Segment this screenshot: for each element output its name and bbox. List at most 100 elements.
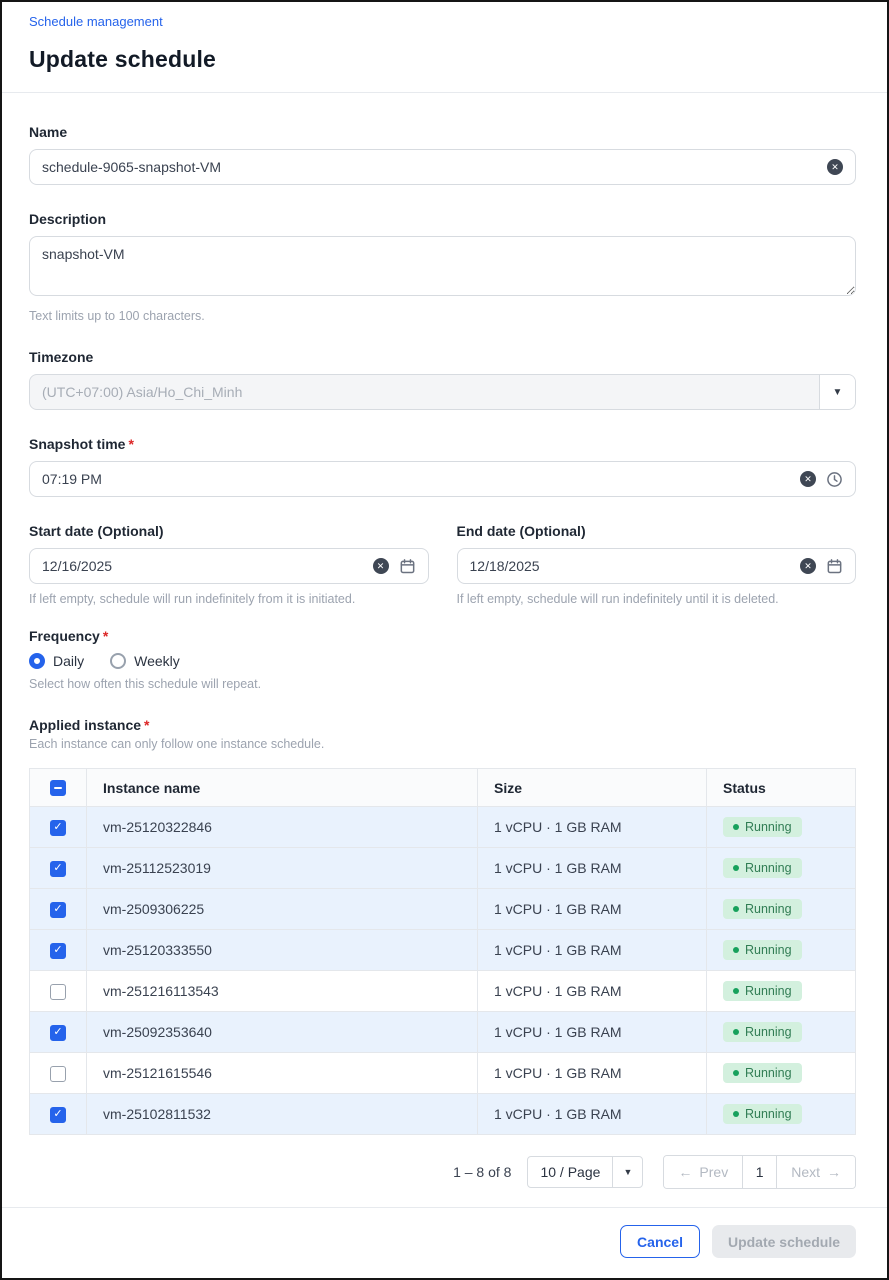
required-asterisk: * — [144, 717, 149, 733]
column-header-status: Status — [707, 769, 856, 807]
status-badge: Running — [723, 1104, 802, 1124]
frequency-radio-weekly[interactable]: Weekly — [110, 653, 180, 669]
end-date-input[interactable] — [470, 558, 791, 574]
calendar-icon[interactable] — [399, 558, 416, 575]
name-input-wrap: ✕ — [29, 149, 856, 185]
name-label: Name — [29, 124, 856, 140]
row-checkbox[interactable]: ✓ — [50, 943, 66, 959]
snapshot-time-field: Snapshot time* ✕ — [29, 436, 856, 497]
name-field: Name ✕ — [29, 124, 856, 185]
status-dot-icon — [733, 824, 739, 830]
status-badge: Running — [723, 899, 802, 919]
timezone-select[interactable]: (UTC+07:00) Asia/Ho_Chi_Minh ▼ — [29, 374, 856, 410]
end-date-input-wrap: ✕ — [457, 548, 857, 584]
frequency-radio-daily[interactable]: Daily — [29, 653, 84, 669]
start-date-input[interactable] — [42, 558, 363, 574]
clear-icon[interactable]: ✕ — [800, 471, 816, 487]
instance-size-cell: 1 vCPU · 1 GB RAM — [478, 971, 707, 1012]
row-checkbox[interactable] — [50, 984, 66, 1000]
timezone-value: (UTC+07:00) Asia/Ho_Chi_Minh — [30, 375, 819, 409]
start-date-helper: If left empty, schedule will run indefin… — [29, 592, 429, 606]
radio-icon — [110, 653, 126, 669]
start-date-field: Start date (Optional) ✕ If left empty, s… — [29, 523, 429, 606]
row-checkbox[interactable]: ✓ — [50, 1107, 66, 1123]
table-row: ✓vm-251203228461 vCPU · 1 GB RAMRunning — [30, 807, 856, 848]
select-all-checkbox[interactable] — [50, 780, 66, 796]
description-input[interactable]: snapshot-VM — [29, 236, 856, 296]
applied-instance-label: Applied instance* — [29, 717, 856, 733]
description-label: Description — [29, 211, 856, 227]
table-header-row: Instance name Size Status — [30, 769, 856, 807]
frequency-options: Daily Weekly — [29, 653, 856, 669]
pagination-range: 1 – 8 of 8 — [453, 1164, 511, 1180]
instance-size-cell: 1 vCPU · 1 GB RAM — [478, 1053, 707, 1094]
row-checkbox[interactable]: ✓ — [50, 902, 66, 918]
instance-name-cell: vm-25092353640 — [87, 1012, 478, 1053]
snapshot-time-label: Snapshot time* — [29, 436, 856, 452]
clear-icon[interactable]: ✕ — [800, 558, 816, 574]
timezone-field: Timezone (UTC+07:00) Asia/Ho_Chi_Minh ▼ — [29, 349, 856, 410]
status-badge: Running — [723, 858, 802, 878]
end-date-label: End date (Optional) — [457, 523, 857, 539]
prev-page-button[interactable]: ←Prev — [664, 1156, 742, 1188]
clear-icon[interactable]: ✕ — [373, 558, 389, 574]
snapshot-time-input[interactable] — [42, 471, 790, 487]
instance-size-cell: 1 vCPU · 1 GB RAM — [478, 930, 707, 971]
clock-icon[interactable] — [826, 471, 843, 488]
name-input[interactable] — [42, 159, 817, 175]
row-checkbox[interactable]: ✓ — [50, 861, 66, 877]
instance-status-cell: Running — [707, 1094, 856, 1135]
instance-name-cell: vm-25120322846 — [87, 807, 478, 848]
breadcrumb-link[interactable]: Schedule management — [29, 14, 163, 29]
pagination: 1 – 8 of 8 10 / Page ▼ ←Prev 1 Next→ — [29, 1155, 856, 1189]
required-asterisk: * — [128, 436, 133, 452]
table-row: ✓ vm-250923536401 vCPU · 1 GB RAM Running — [30, 1012, 856, 1053]
next-page-button[interactable]: Next→ — [776, 1156, 855, 1188]
table-row: vm-2512161135431 vCPU · 1 GB RAMRunning — [30, 971, 856, 1012]
row-checkbox[interactable]: ✓ — [50, 1025, 66, 1041]
instance-size-cell: 1 vCPU · 1 GB RAM — [478, 807, 707, 848]
current-page-button[interactable]: 1 — [742, 1156, 776, 1188]
calendar-icon[interactable] — [826, 558, 843, 575]
chevron-down-icon[interactable]: ▼ — [612, 1157, 642, 1187]
table-row: ✓vm-25093062251 vCPU · 1 GB RAMRunning — [30, 889, 856, 930]
column-header-instance-name: Instance name — [87, 769, 478, 807]
page-size-select[interactable]: 10 / Page ▼ — [527, 1156, 643, 1188]
end-date-helper: If left empty, schedule will run indefin… — [457, 592, 857, 606]
table-row: vm-251216155461 vCPU · 1 GB RAMRunning — [30, 1053, 856, 1094]
column-header-size: Size — [478, 769, 707, 807]
page-size-value: 10 / Page — [528, 1157, 612, 1187]
instance-name-cell: vm-25112523019 — [87, 848, 478, 889]
row-checkbox[interactable]: ✓ — [50, 820, 66, 836]
description-field: Description snapshot-VM Text limits up t… — [29, 211, 856, 323]
update-schedule-page: Schedule management Update schedule Name… — [0, 0, 889, 1280]
instance-status-cell: Running — [707, 1012, 856, 1053]
chevron-down-icon[interactable]: ▼ — [819, 375, 855, 409]
instance-status-cell: Running — [707, 889, 856, 930]
instance-status-cell: Running — [707, 848, 856, 889]
instance-size-cell: 1 vCPU · 1 GB RAM — [478, 848, 707, 889]
instance-name-cell: vm-25102811532 — [87, 1094, 478, 1135]
update-schedule-button[interactable]: Update schedule — [712, 1225, 856, 1258]
frequency-helper: Select how often this schedule will repe… — [29, 677, 856, 691]
page-title: Update schedule — [29, 46, 856, 73]
clear-icon[interactable]: ✕ — [827, 159, 843, 175]
schedule-form: Name ✕ Description snapshot-VM Text limi… — [2, 93, 887, 1189]
page-header: Schedule management Update schedule — [2, 2, 887, 73]
cancel-button[interactable]: Cancel — [620, 1225, 700, 1258]
status-badge: Running — [723, 940, 802, 960]
description-helper: Text limits up to 100 characters. — [29, 309, 856, 323]
instance-size-cell: 1 vCPU · 1 GB RAM — [478, 1094, 707, 1135]
instance-status-cell: Running — [707, 971, 856, 1012]
instance-table-body: ✓vm-251203228461 vCPU · 1 GB RAMRunning✓… — [30, 807, 856, 1135]
frequency-label: Frequency* — [29, 628, 856, 644]
instance-size-cell: 1 vCPU · 1 GB RAM — [478, 1012, 707, 1053]
frequency-field: Frequency* Daily Weekly Select how often … — [29, 628, 856, 691]
pager: ←Prev 1 Next→ — [663, 1155, 856, 1189]
frequency-option-label: Weekly — [134, 653, 180, 669]
end-date-field: End date (Optional) ✕ If left empty, sch… — [457, 523, 857, 606]
status-badge: Running — [723, 1022, 802, 1042]
snapshot-time-input-wrap: ✕ — [29, 461, 856, 497]
instance-name-cell: vm-25121615546 — [87, 1053, 478, 1094]
row-checkbox[interactable] — [50, 1066, 66, 1082]
